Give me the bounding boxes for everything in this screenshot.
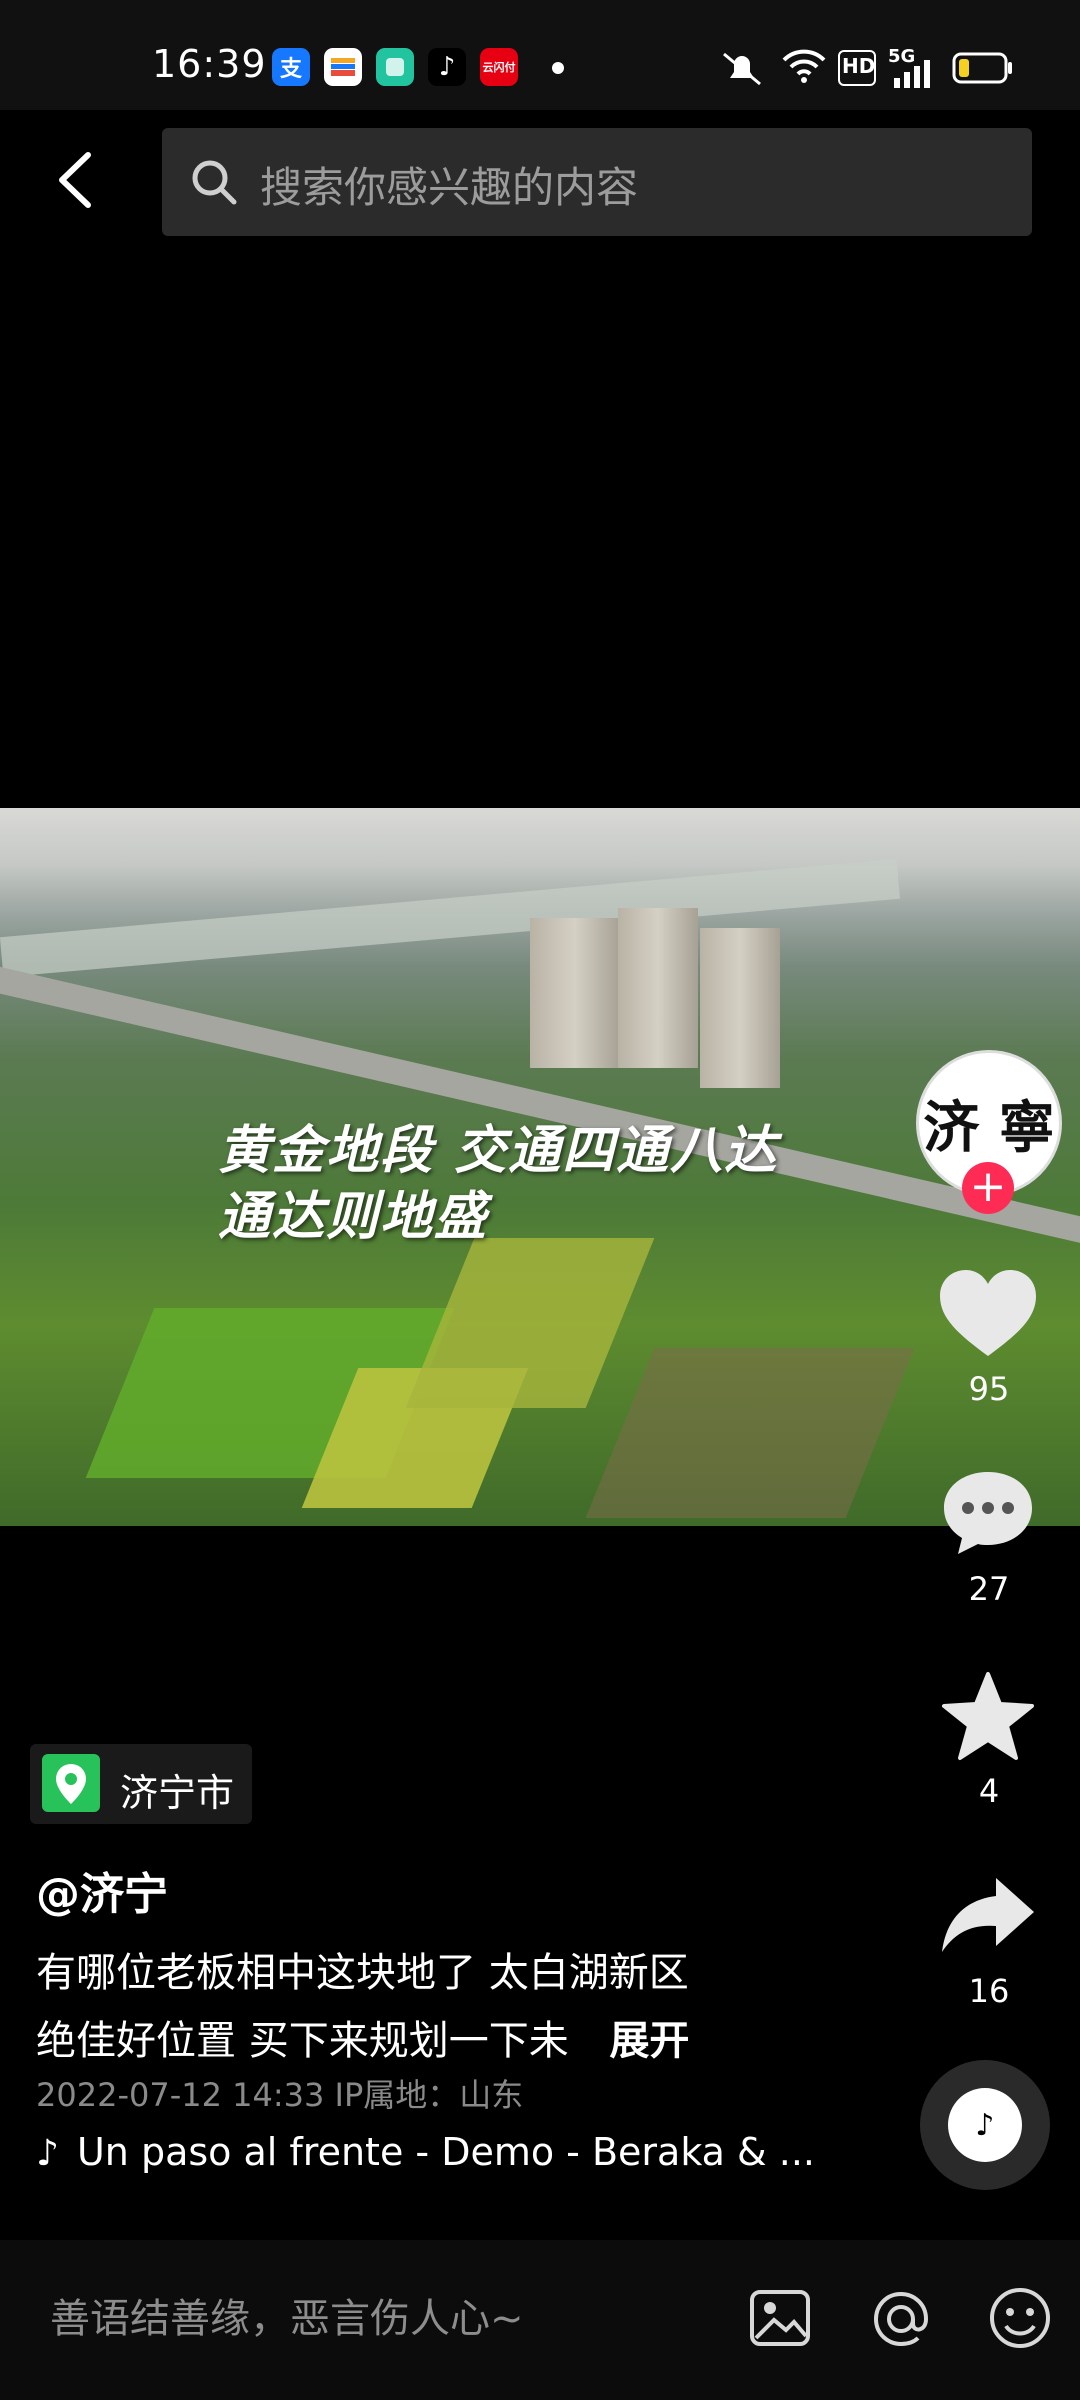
follow-button[interactable]: +	[962, 1162, 1014, 1214]
description-line1: 有哪位老板相中这块地了 太白湖新区	[36, 1950, 689, 1996]
comment-input[interactable]: 善语结善缘，恶言伤人心~	[50, 2286, 524, 2344]
image-picker-icon[interactable]	[748, 2286, 812, 2350]
mute-bell-icon	[723, 52, 761, 86]
description-line2: 绝佳好位置 买下来规划一下未	[36, 2018, 569, 2064]
share-count: 16	[968, 1972, 1010, 2010]
app-green-icon	[376, 48, 414, 86]
music-disc-cover: ♪	[948, 2088, 1022, 2162]
share-arrow-icon[interactable]	[938, 1874, 1038, 1954]
mention-at-icon[interactable]	[866, 2284, 936, 2354]
cloud-pay-icon: 云闪付	[480, 48, 518, 86]
like-heart-icon[interactable]	[938, 1268, 1038, 1360]
field-shape	[405, 1238, 655, 1408]
location-label: 济宁市	[120, 1771, 235, 1815]
expand-button[interactable]: 展开	[609, 2018, 689, 2064]
notification-dot	[552, 62, 564, 74]
music-title: Un paso al frente - Demo - Beraka & ...	[76, 2130, 815, 2174]
wifi-icon	[782, 49, 826, 83]
signal-icon	[894, 60, 930, 88]
video-player[interactable]: 黄金地段 交通四通八达 通达则地盛	[0, 808, 1080, 1526]
video-caption-line1: 黄金地段 交通四通八达	[218, 1121, 779, 1181]
favorite-count: 4	[978, 1772, 1000, 1810]
search-placeholder: 搜索你感兴趣的内容	[260, 163, 639, 212]
alipay-icon: 支	[272, 48, 310, 86]
like-count: 95	[968, 1370, 1010, 1408]
status-time: 16:39	[152, 42, 267, 86]
battery-icon	[952, 52, 1012, 84]
wallet-icon	[324, 48, 362, 86]
douyin-icon: ♪	[428, 48, 466, 86]
avatar-text: 济 寧	[923, 1094, 1055, 1161]
music-note-icon: ♪	[975, 2107, 995, 2143]
comment-bubble-icon[interactable]	[940, 1468, 1036, 1558]
back-arrow-icon[interactable]	[48, 145, 108, 215]
emoji-icon[interactable]	[986, 2284, 1054, 2352]
favorite-star-icon[interactable]	[940, 1670, 1036, 1762]
search-icon	[192, 160, 237, 205]
post-meta: 2022-07-12 14:33 IP属地：山东	[36, 2076, 524, 2114]
hd-label: HD	[842, 54, 876, 78]
tiktok-note-icon: ♪	[36, 2133, 59, 2174]
building	[618, 908, 698, 1068]
building	[700, 928, 780, 1088]
field-shape	[585, 1348, 915, 1518]
location-pin-icon	[42, 1754, 100, 1812]
building	[530, 918, 620, 1068]
author-name[interactable]: @济宁	[36, 1858, 168, 1922]
music-row[interactable]: ♪ Un paso al frente - Demo - Beraka & ...	[36, 2130, 815, 2174]
video-caption-line2: 通达则地盛	[218, 1187, 489, 1247]
description-line2-wrap: 绝佳好位置 买下来规划一下未 展开	[36, 2008, 689, 2066]
comment-count: 27	[968, 1570, 1010, 1608]
